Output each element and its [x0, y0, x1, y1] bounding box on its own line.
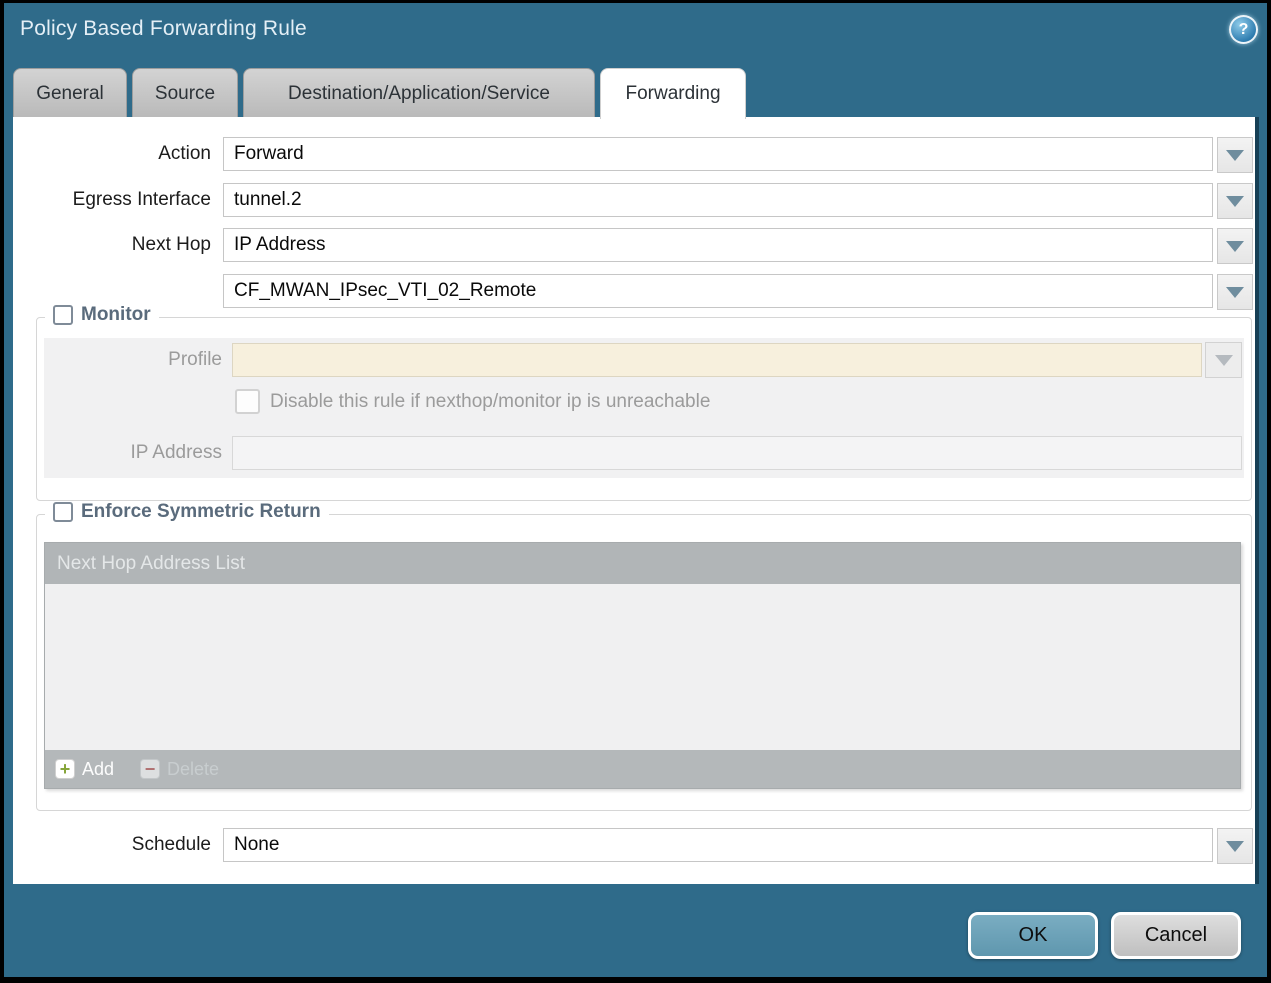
symmetric-return-fieldset: Enforce Symmetric Return Next Hop Addres…: [36, 514, 1252, 811]
profile-dropdown-button: [1205, 342, 1242, 378]
profile-input: [232, 343, 1202, 377]
pbf-rule-dialog: Policy Based Forwarding Rule ? General S…: [0, 0, 1271, 983]
chevron-down-icon: [1226, 287, 1244, 298]
delete-button: − Delete: [140, 759, 219, 780]
monitor-ip-address-input: [232, 436, 1242, 470]
monitor-ip-address-label: IP Address: [44, 436, 222, 470]
egress-interface-dropdown-button[interactable]: [1217, 183, 1253, 219]
chevron-down-icon: [1226, 241, 1244, 252]
egress-interface-label: Egress Interface: [13, 183, 211, 217]
schedule-label: Schedule: [13, 828, 211, 862]
next-hop-label: Next Hop: [13, 228, 211, 262]
disable-rule-label: Disable this rule if nexthop/monitor ip …: [270, 389, 710, 415]
forwarding-tab-content: Action Forward Egress Interface tunnel.2…: [13, 117, 1255, 884]
help-icon[interactable]: ?: [1229, 15, 1258, 44]
schedule-input[interactable]: None: [223, 828, 1213, 862]
add-button-label: Add: [82, 759, 114, 780]
next-hop-address-list-body: [45, 584, 1240, 750]
next-hop-address-input[interactable]: CF_MWAN_IPsec_VTI_02_Remote: [223, 274, 1213, 308]
table-toolbar: + Add − Delete: [45, 750, 1240, 788]
monitor-panel: Profile Disable this rule if nexthop/mon…: [44, 338, 1244, 478]
disable-rule-checkbox: [235, 389, 260, 414]
egress-interface-input[interactable]: tunnel.2: [223, 183, 1213, 217]
profile-label: Profile: [44, 343, 222, 377]
monitor-legend: Monitor: [45, 304, 159, 326]
tab-label: Destination/Application/Service: [288, 83, 550, 105]
add-button[interactable]: + Add: [55, 759, 114, 780]
symmetric-return-legend-label: Enforce Symmetric Return: [81, 501, 321, 523]
chevron-down-icon: [1226, 150, 1244, 161]
cancel-button[interactable]: Cancel: [1111, 912, 1241, 959]
tab-destination-application-service[interactable]: Destination/Application/Service: [243, 68, 595, 118]
monitor-legend-label: Monitor: [81, 304, 151, 326]
monitor-fieldset: Monitor Profile Disable this rule if nex…: [36, 317, 1252, 501]
minus-icon: −: [140, 759, 160, 779]
chevron-down-icon: [1215, 355, 1233, 366]
ok-button[interactable]: OK: [968, 912, 1098, 959]
symmetric-return-legend: Enforce Symmetric Return: [45, 501, 329, 523]
delete-button-label: Delete: [167, 759, 219, 780]
monitor-checkbox[interactable]: [53, 305, 73, 325]
action-dropdown-button[interactable]: [1217, 137, 1253, 173]
tab-label: Source: [155, 83, 215, 105]
tab-label: Forwarding: [625, 83, 720, 105]
plus-icon: +: [55, 759, 75, 779]
schedule-dropdown-button[interactable]: [1217, 828, 1253, 864]
enforce-symmetric-return-checkbox[interactable]: [53, 502, 73, 522]
tab-source[interactable]: Source: [132, 68, 238, 118]
next-hop-address-dropdown-button[interactable]: [1217, 274, 1253, 310]
next-hop-type-input[interactable]: IP Address: [223, 228, 1213, 262]
tab-forwarding[interactable]: Forwarding: [600, 68, 746, 119]
question-mark-glyph: ?: [1239, 21, 1249, 39]
action-label: Action: [13, 137, 211, 171]
tab-label: General: [36, 83, 104, 105]
next-hop-address-list-header: Next Hop Address List: [45, 543, 1240, 584]
chevron-down-icon: [1226, 841, 1244, 852]
action-input[interactable]: Forward: [223, 137, 1213, 171]
tab-general[interactable]: General: [13, 68, 127, 118]
tab-bar: General Source Destination/Application/S…: [13, 68, 746, 118]
chevron-down-icon: [1226, 196, 1244, 207]
dialog-title: Policy Based Forwarding Rule: [20, 17, 307, 41]
next-hop-address-table: Next Hop Address List + Add − Delete: [44, 542, 1241, 789]
next-hop-type-dropdown-button[interactable]: [1217, 228, 1253, 264]
